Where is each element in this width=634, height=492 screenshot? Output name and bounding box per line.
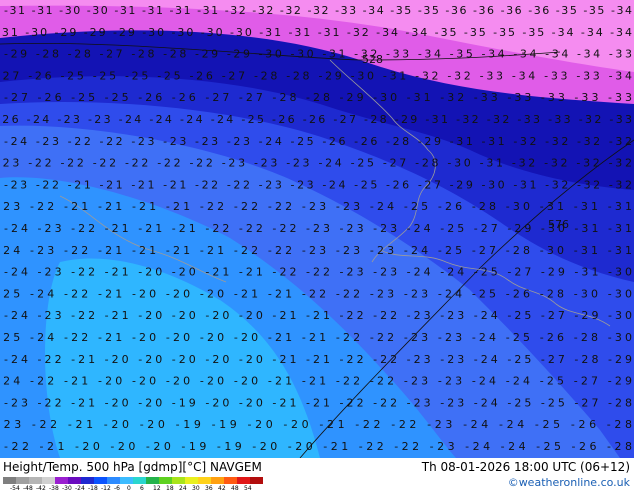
legend-swatch [250, 477, 263, 484]
temperature-row: -31 -31 -30 -30 -31 -31 -31 -31 -32 -32 … [4, 4, 632, 17]
legend-swatch [81, 477, 94, 484]
legend-swatch [120, 477, 133, 484]
legend-tick: 0 [127, 485, 131, 492]
legend-tick: 36 [205, 485, 213, 492]
legend-swatch [133, 477, 146, 484]
legend-swatch [146, 477, 159, 484]
legend-swatch [211, 477, 224, 484]
legend-swatch [224, 477, 237, 484]
legend-tick: 42 [218, 485, 226, 492]
valid-time: Th 08-01-2026 18:00 UTC (06+12) [421, 460, 630, 474]
legend-tick: -24 [75, 485, 85, 492]
legend-tick: -6 [114, 485, 120, 492]
legend-swatch [94, 477, 107, 484]
contour-label-576: 576 [548, 218, 569, 231]
legend-swatch [42, 477, 55, 484]
legend-swatch [55, 477, 68, 484]
legend-swatch [198, 477, 211, 484]
legend-swatch [107, 477, 120, 484]
temperature-row: -24 -23 -22 -21 -21 -21 -22 -22 -22 -23 … [4, 222, 632, 235]
temperature-row: -22 -21 -20 -20 -20 -19 -19 -20 -20 -21 … [4, 440, 632, 453]
map-canvas: -31 -31 -30 -30 -31 -31 -31 -31 -32 -32 … [0, 0, 634, 458]
credit-link[interactable]: ©weatheronline.co.uk [508, 476, 630, 489]
legend-tick: 24 [179, 485, 187, 492]
legend-swatch [3, 477, 16, 484]
legend-swatch [185, 477, 198, 484]
map-title: Height/Temp. 500 hPa [gdmp][°C] NAVGEM [3, 460, 262, 474]
legend-swatch [68, 477, 81, 484]
legend-tick: -38 [49, 485, 59, 492]
temperature-row: -24 -23 -22 -21 -20 -20 -21 -21 -22 -22 … [4, 266, 632, 279]
legend-tick: 30 [192, 485, 200, 492]
temperature-row: -24 -23 -22 -21 -20 -20 -20 -20 -21 -21 … [4, 309, 632, 322]
legend-tick: -18 [88, 485, 98, 492]
legend-swatch [29, 477, 42, 484]
legend-tick: -12 [101, 485, 111, 492]
legend-swatch [16, 477, 29, 484]
temperature-row: -24 -22 -21 -20 -20 -20 -20 -20 -21 -21 … [4, 353, 632, 366]
legend-tick: 48 [231, 485, 239, 492]
temperature-row: -27 -26 -25 -25 -26 -26 -27 -27 -28 -28 … [4, 91, 632, 104]
legend-tick: 54 [244, 485, 252, 492]
legend-tick: 18 [166, 485, 174, 492]
map-footer: Height/Temp. 500 hPa [gdmp][°C] NAVGEM T… [0, 458, 634, 492]
legend-tick: 6 [140, 485, 144, 492]
legend-tick: 12 [153, 485, 161, 492]
legend-tick: -42 [36, 485, 46, 492]
legend-tick: -54 [10, 485, 20, 492]
legend-swatch [237, 477, 250, 484]
temperature-map: -31 -31 -30 -30 -31 -31 -31 -31 -32 -32 … [0, 0, 634, 458]
legend-tick: -48 [23, 485, 33, 492]
contour-label-528: 528 [362, 53, 383, 66]
legend-swatch [159, 477, 172, 484]
temperature-row: -23 -22 -21 -20 -20 -19 -20 -20 -21 -21 … [4, 396, 632, 409]
legend-tick: -30 [62, 485, 72, 492]
color-legend [3, 477, 263, 484]
legend-swatch [172, 477, 185, 484]
